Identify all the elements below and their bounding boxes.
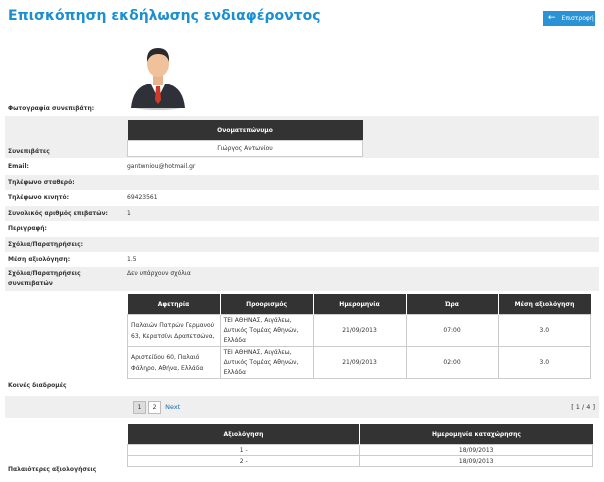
route-destination-line: Δυτικός Τομέας Αθηνών, [223, 359, 299, 366]
pagination: 12 Next [133, 401, 180, 414]
passengers-label: Συνεπιβάτες [8, 148, 50, 155]
table-cell: Γιώργος Αντωνίου [127, 140, 363, 157]
routes-header-rating: Μέση αξιολόγηση [498, 294, 591, 315]
table-row: 1 - 18/09/2013 [126, 444, 593, 456]
ratings-header-rating: Αξιολόγηση [127, 424, 361, 445]
route-destination-cell: ΤΕΙ ΑΘΗΝΑΣ, Αιγάλεω, Δυτικός Τομέας Αθην… [219, 314, 314, 347]
rating-date-cell: 18/09/2013 [359, 444, 593, 456]
table-row: 2 - 18/09/2013 [126, 455, 593, 467]
description-row: Περιγραφή: [5, 221, 599, 236]
common-routes-row: Αφετηρία Προορισμός Ημερομηνία Ώρα Μέση … [5, 292, 599, 394]
email-value: gantwniou@hotmail.gr [127, 163, 196, 170]
passenger-comments-row: Σχόλια/Παρατηρήσεις συνεπιβατών Δεν υπάρ… [5, 267, 599, 291]
route-start-cell: Αριστείδου 60, Παλαιό Φάληρο, Αθήνα, Ελλ… [127, 346, 221, 379]
arrow-left-icon: ← [548, 13, 556, 23]
landline-row: Τηλέφωνο σταθερό: [5, 175, 599, 190]
common-routes-label: Κοινές διαδρομές [8, 382, 67, 389]
rating-value: 1.5 [127, 256, 137, 263]
route-destination-line: Ελλάδα [223, 337, 247, 344]
route-rating-cell: 3.0 [497, 346, 592, 379]
route-date-cell: 21/09/2013 [312, 314, 407, 347]
routes-header-date: Ημερομηνία [313, 294, 407, 315]
rating-label: Μέση αξιολόγηση: [8, 256, 71, 263]
comments-row: Σχόλια/Παρατηρήσεις: [5, 237, 599, 252]
total-passengers-value: 1 [127, 210, 131, 217]
description-label: Περιγραφή: [8, 225, 47, 232]
rating-date-cell: 18/09/2013 [359, 455, 593, 467]
page-title: Επισκόπηση εκδήλωσης ενδιαφέροντος [8, 8, 321, 24]
page-counter: [ 1 / 4 ] [571, 403, 595, 411]
total-passengers-row: Συνολικός αριθμός επιβατών: 1 [5, 206, 599, 221]
mobile-label: Τηλέφωνο κινητό: [8, 194, 70, 201]
pagination-row: 12 Next [ 1 / 4 ] [5, 396, 599, 418]
back-button[interactable]: ← Επιστροφή [543, 11, 595, 26]
route-destination-line: ΤΕΙ ΑΘΗΝΑΣ, Αιγάλεω, [223, 317, 292, 324]
passenger-comments-label: Σχόλια/Παρατηρήσεις [8, 270, 81, 277]
route-destination-line: ΤΕΙ ΑΘΗΝΑΣ, Αιγάλεω, [223, 349, 292, 356]
rating-cell: 2 - [126, 455, 361, 467]
route-time-cell: 02:00 [405, 346, 499, 379]
photo-label: Φωτογραφία συνεπιβάτη: [8, 105, 95, 112]
page-button[interactable]: 2 [148, 401, 161, 414]
route-time-cell: 07:00 [405, 314, 499, 347]
route-destination-line: Δυτικός Τομέας Αθηνών, [223, 327, 299, 334]
route-destination-cell: ΤΕΙ ΑΘΗΝΑΣ, Αιγάλεω, Δυτικός Τομέας Αθην… [219, 346, 314, 379]
rating-cell: 1 - [126, 444, 361, 456]
next-link[interactable]: Next [165, 403, 180, 411]
passengers-row: Ονοματεπώνυμο Γιώργος Αντωνίου Συνεπιβάτ… [5, 116, 599, 158]
routes-header-destination: Προορισμός [220, 294, 314, 315]
landline-label: Τηλέφωνο σταθερό: [8, 179, 75, 186]
back-button-label: Επιστροφή [561, 15, 594, 22]
routes-header-time: Ώρα [406, 294, 499, 315]
route-start-cell: Παλαιών Πατρών Γερμανού 63, Κερατσίνι Δρ… [127, 314, 221, 347]
route-start-line: Παλαιών Πατρών Γερμανού [131, 321, 215, 329]
route-rating-cell: 3.0 [497, 314, 592, 347]
table-row: Παλαιών Πατρών Γερμανού 63, Κερατσίνι Δρ… [127, 314, 592, 347]
route-destination-line: Ελλάδα [223, 369, 247, 376]
route-start-line: Αριστείδου 60, Παλαιό [131, 353, 200, 361]
mobile-row: Τηλέφωνο κινητό: 69423561 [5, 190, 599, 205]
user-avatar-icon [131, 48, 185, 110]
route-start-line: 63, Κερατσίνι Δραπετσώνα, [131, 332, 215, 340]
mobile-value: 69423561 [127, 194, 158, 201]
routes-table: Αφετηρία Προορισμός Ημερομηνία Ώρα Μέση … [127, 294, 592, 379]
comments-label: Σχόλια/Παρατηρήσεις: [8, 241, 84, 248]
total-passengers-label: Συνολικός αριθμός επιβατών: [8, 210, 108, 217]
passengers-table-header: Ονοματεπώνυμο [127, 120, 363, 141]
rating-row: Μέση αξιολόγηση: 1.5 [5, 252, 599, 267]
passengers-table: Ονοματεπώνυμο Γιώργος Αντωνίου [127, 120, 363, 157]
email-row: Email: gantwniou@hotmail.gr [5, 159, 599, 174]
route-start-line: Φάληρο, Αθήνα, Ελλάδα [131, 364, 204, 372]
table-row: Αριστείδου 60, Παλαιό Φάληρο, Αθήνα, Ελλ… [127, 346, 592, 379]
ratings-header-date: Ημερομηνία καταχώρησης [359, 424, 593, 445]
ratings-table: Αξιολόγηση Ημερομηνία καταχώρησης 1 - 18… [126, 424, 593, 467]
avatar [127, 38, 189, 110]
email-label: Email: [8, 163, 29, 170]
routes-header-start: Αφετηρία [127, 294, 221, 315]
photo-row: Φωτογραφία συνεπιβάτη: [5, 30, 599, 114]
route-date-cell: 21/09/2013 [312, 346, 407, 379]
page-button[interactable]: 1 [133, 401, 146, 414]
passenger-comments-label-2: συνεπιβατών [8, 280, 53, 287]
passenger-comments-value: Δεν υπάρχουν σχόλια [127, 270, 191, 277]
old-ratings-row: Αξιολόγηση Ημερομηνία καταχώρησης 1 - 18… [5, 420, 599, 476]
old-ratings-label: Παλαιότερες αξιολογήσεις [8, 466, 97, 473]
